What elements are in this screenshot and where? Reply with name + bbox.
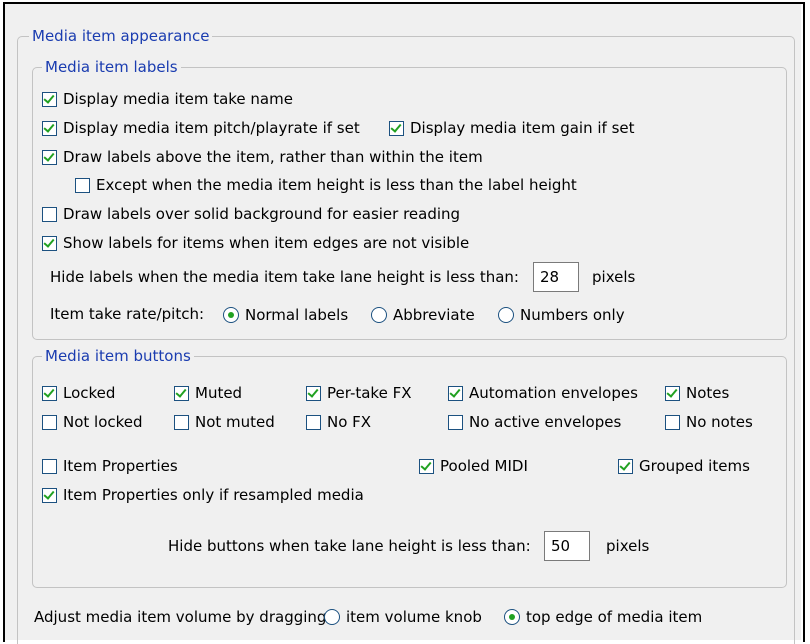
- checkbox-box[interactable]: [174, 385, 189, 401]
- checkbox-box[interactable]: [42, 458, 57, 474]
- not-locked-checkbox[interactable]: Not locked: [42, 412, 143, 432]
- rate-numbers-only-radio[interactable]: Numbers only: [498, 305, 625, 325]
- notes-checkbox[interactable]: Notes: [665, 383, 729, 403]
- rate-normal-labels-radio[interactable]: Normal labels: [223, 305, 348, 325]
- checkbox-box[interactable]: [42, 385, 57, 401]
- hide-buttons-height-input[interactable]: 50: [544, 531, 590, 561]
- muted-checkbox[interactable]: Muted: [174, 383, 242, 403]
- checkbox-box[interactable]: [42, 91, 57, 107]
- per-take-fx-checkbox[interactable]: Per-take FX: [306, 383, 412, 403]
- checkbox-box[interactable]: [419, 458, 434, 474]
- display-take-name-checkbox[interactable]: Display media item take name: [42, 89, 293, 109]
- checkbox-box[interactable]: [389, 120, 404, 136]
- rate-abbreviate-radio[interactable]: Abbreviate: [371, 305, 475, 325]
- hide-labels-unit: pixels: [592, 268, 636, 286]
- no-fx-checkbox[interactable]: No FX: [306, 412, 371, 432]
- hide-labels-height-input[interactable]: 28: [533, 262, 579, 292]
- checkbox-box[interactable]: [306, 414, 321, 430]
- volume-drag-label: Adjust media item volume by dragging:: [34, 608, 332, 626]
- props-resampled-checkbox[interactable]: Item Properties only if resampled media: [42, 485, 364, 505]
- volume-top-edge-radio[interactable]: top edge of media item: [504, 607, 702, 627]
- display-pitch-checkbox[interactable]: Display media item pitch/playrate if set: [42, 118, 360, 138]
- draw-solid-background-checkbox[interactable]: Draw labels over solid background for ea…: [42, 204, 460, 224]
- automation-envelopes-checkbox[interactable]: Automation envelopes: [448, 383, 638, 403]
- settings-panel: Media item appearance Media item labels …: [5, 4, 801, 644]
- checkbox-box[interactable]: [174, 414, 189, 430]
- item-properties-checkbox[interactable]: Item Properties: [42, 456, 178, 476]
- item-take-rate-pitch-label: Item take rate/pitch:: [50, 305, 205, 323]
- checkbox-box[interactable]: [448, 414, 463, 430]
- pooled-midi-checkbox[interactable]: Pooled MIDI: [419, 456, 528, 476]
- checkbox-box[interactable]: [42, 149, 57, 165]
- checkbox-box[interactable]: [42, 414, 57, 430]
- locked-checkbox[interactable]: Locked: [42, 383, 115, 403]
- checkbox-box[interactable]: [448, 385, 463, 401]
- radio-button[interactable]: [371, 307, 387, 323]
- radio-button[interactable]: [223, 307, 239, 323]
- media-item-buttons-title: Media item buttons: [42, 347, 194, 365]
- except-label-height-checkbox[interactable]: Except when the media item height is les…: [75, 175, 577, 195]
- checkbox-box[interactable]: [618, 458, 633, 474]
- volume-knob-radio[interactable]: item volume knob: [324, 607, 482, 627]
- media-item-appearance-title: Media item appearance: [29, 27, 213, 45]
- hide-buttons-unit: pixels: [606, 537, 650, 555]
- checkbox-box[interactable]: [306, 385, 321, 401]
- checkbox-box[interactable]: [42, 235, 57, 251]
- checkbox-box[interactable]: [75, 177, 90, 193]
- checkbox-box[interactable]: [42, 487, 57, 503]
- media-item-labels-title: Media item labels: [42, 58, 181, 76]
- radio-button[interactable]: [498, 307, 514, 323]
- checkbox-box[interactable]: [665, 414, 680, 430]
- no-notes-checkbox[interactable]: No notes: [665, 412, 753, 432]
- hide-buttons-text: Hide buttons when take lane height is le…: [168, 537, 531, 555]
- radio-button[interactable]: [504, 609, 520, 625]
- display-gain-checkbox[interactable]: Display media item gain if set: [389, 118, 635, 138]
- grouped-items-checkbox[interactable]: Grouped items: [618, 456, 750, 476]
- not-muted-checkbox[interactable]: Not muted: [174, 412, 275, 432]
- radio-button[interactable]: [324, 609, 340, 625]
- checkbox-box[interactable]: [42, 120, 57, 136]
- checkbox-box[interactable]: [42, 206, 57, 222]
- draw-labels-above-checkbox[interactable]: Draw labels above the item, rather than …: [42, 147, 483, 167]
- checkbox-box[interactable]: [665, 385, 680, 401]
- hide-labels-text: Hide labels when the media item take lan…: [50, 268, 519, 286]
- show-labels-edges-checkbox[interactable]: Show labels for items when item edges ar…: [42, 233, 469, 253]
- no-active-envelopes-checkbox[interactable]: No active envelopes: [448, 412, 621, 432]
